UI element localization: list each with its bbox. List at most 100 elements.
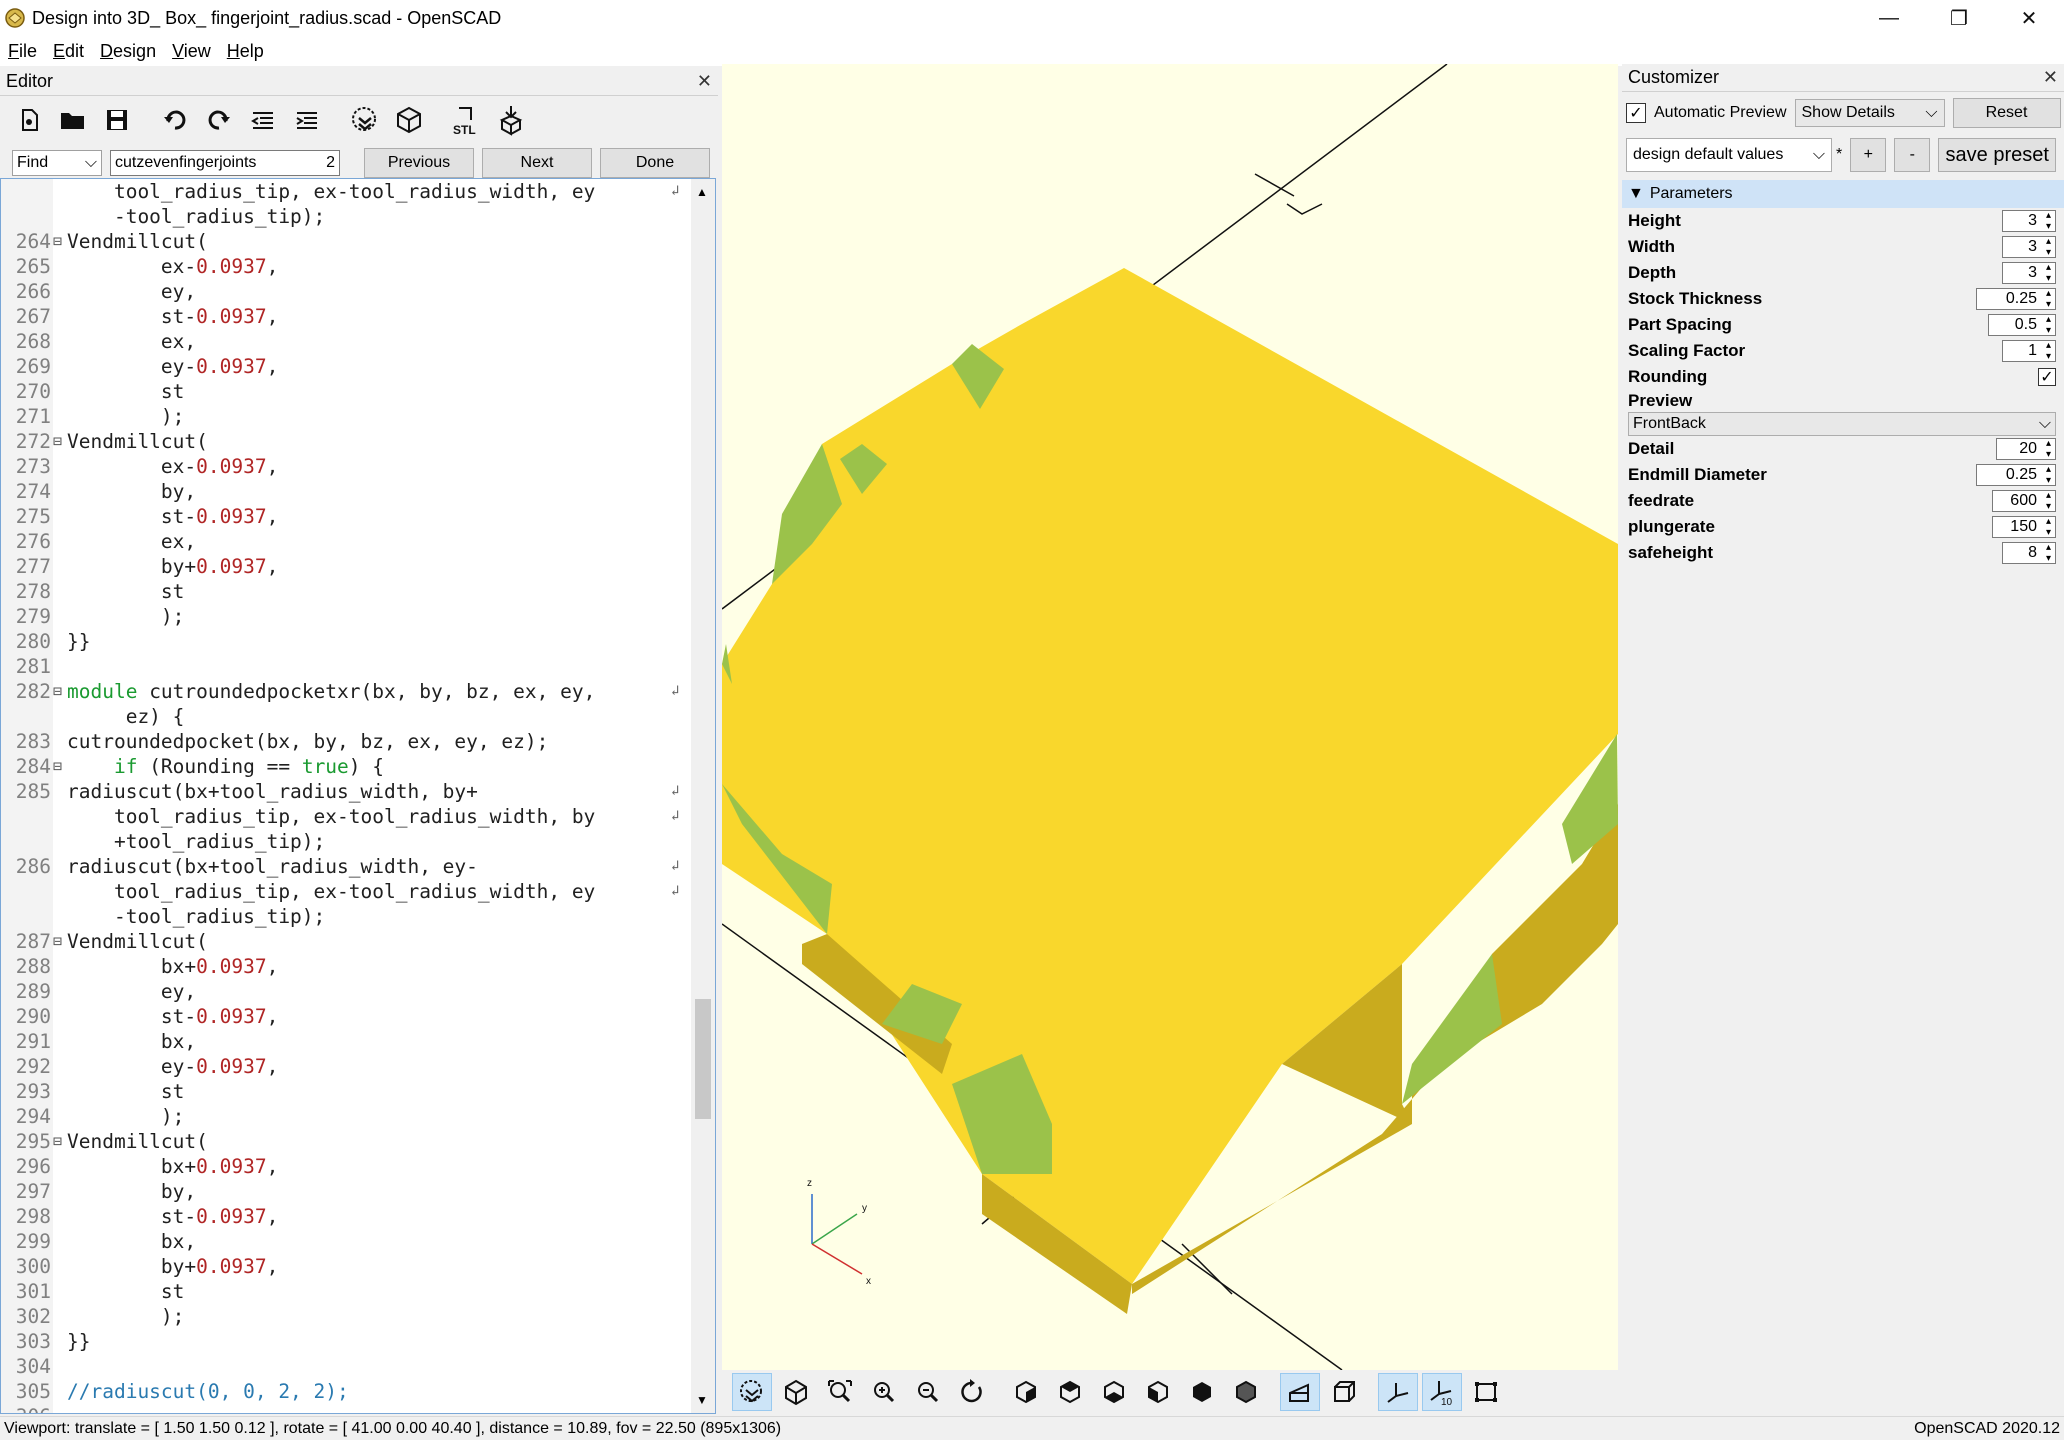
fold-marker-icon[interactable]: ⊟ (53, 229, 65, 254)
code-line[interactable]: -tool_radius_tip); (1, 204, 691, 229)
rounding-checkbox[interactable]: ✓ (2038, 368, 2056, 386)
code-line[interactable]: 265 ex-0.0937, (1, 254, 691, 279)
show-scale-icon[interactable]: 10 (1422, 1373, 1462, 1411)
code-line[interactable]: 286 radiuscut(bx+tool_radius_width, ey- ↲ (1, 854, 691, 879)
code-line[interactable]: ez) { (1, 704, 691, 729)
code-line[interactable]: 273 ex-0.0937, (1, 454, 691, 479)
show-axes-icon[interactable] (1378, 1373, 1418, 1411)
close-button[interactable]: ✕ (1994, 0, 2064, 36)
view-top-icon[interactable] (1050, 1373, 1090, 1411)
param-spinbox[interactable]: 0.5 (1988, 314, 2056, 336)
param-spinbox[interactable]: 3 (2002, 210, 2056, 232)
code-line[interactable]: 289 ey, (1, 979, 691, 1004)
remove-preset-button[interactable]: - (1894, 138, 1931, 172)
code-line[interactable]: 293 st (1, 1079, 691, 1104)
code-line[interactable]: 285 radiuscut(bx+tool_radius_width, by+ ↲ (1, 779, 691, 804)
code-line[interactable]: tool_radius_tip, ex-tool_radius_width, b… (1, 804, 691, 829)
code-line[interactable]: 272 ⊟ Vendmillcut( (1, 429, 691, 454)
render-icon[interactable] (776, 1373, 816, 1411)
close-icon[interactable]: ✕ (2043, 67, 2058, 88)
fold-marker-icon[interactable]: ⊟ (53, 679, 65, 704)
close-icon[interactable]: ✕ (697, 71, 712, 92)
code-line[interactable]: 287 ⊟ Vendmillcut( (1, 929, 691, 954)
code-line[interactable]: 277 by+0.0937, (1, 554, 691, 579)
previous-button[interactable]: Previous (364, 148, 474, 178)
reset-view-icon[interactable] (952, 1373, 992, 1411)
next-button[interactable]: Next (482, 148, 592, 178)
code-line[interactable]: 284 ⊟ if (Rounding == true) { (1, 754, 691, 779)
view-all-icon[interactable] (820, 1373, 860, 1411)
show-edges-icon[interactable] (1466, 1373, 1506, 1411)
code-editor[interactable]: tool_radius_tip, ex-tool_radius_width, e… (0, 178, 716, 1414)
param-spinbox[interactable]: 150 (1992, 516, 2056, 538)
fold-marker-icon[interactable]: ⊟ (53, 754, 65, 779)
param-spinbox[interactable]: 8 (2002, 542, 2056, 564)
code-line[interactable]: 276 ex, (1, 529, 691, 554)
code-line[interactable]: 299 bx, (1, 1229, 691, 1254)
code-line[interactable]: 288 bx+0.0937, (1, 954, 691, 979)
param-spinbox[interactable]: 1 (2002, 340, 2056, 362)
param-spinbox[interactable]: 3 (2002, 236, 2056, 258)
find-input[interactable]: cutzevenfingerjoints 2 (110, 150, 340, 176)
open-file-icon[interactable] (54, 101, 92, 139)
new-file-icon[interactable] (10, 101, 48, 139)
done-button[interactable]: Done (600, 148, 710, 178)
code-line[interactable]: 305 //radiuscut(0, 0, 2, 2); (1, 1379, 691, 1404)
code-line[interactable]: +tool_radius_tip); (1, 829, 691, 854)
code-line[interactable]: 296 bx+0.0937, (1, 1154, 691, 1179)
code-line[interactable]: 271 ); (1, 404, 691, 429)
code-line[interactable]: 298 st-0.0937, (1, 1204, 691, 1229)
restore-button[interactable]: ❐ (1924, 0, 1994, 36)
code-line[interactable]: 297 by, (1, 1179, 691, 1204)
code-line[interactable]: 301 st (1, 1279, 691, 1304)
code-line[interactable]: 279 ); (1, 604, 691, 629)
code-line[interactable]: 303}} (1, 1329, 691, 1354)
code-line[interactable]: 282 ⊟ module cutroundedpocketxr(bx, by, bz… (1, 679, 691, 704)
code-line[interactable]: 269 ey-0.0937, (1, 354, 691, 379)
3d-viewport[interactable]: z y x (722, 64, 1618, 1370)
code-line[interactable]: 266 ey, (1, 279, 691, 304)
preview-icon[interactable] (732, 1373, 772, 1411)
perspective-icon[interactable] (1280, 1373, 1320, 1411)
param-spinbox[interactable]: 0.25 (1976, 288, 2056, 310)
menu-view[interactable]: View (172, 41, 211, 62)
code-line[interactable]: 292 ey-0.0937, (1, 1054, 691, 1079)
orthogonal-icon[interactable] (1324, 1373, 1364, 1411)
redo-icon[interactable] (200, 101, 238, 139)
code-line[interactable]: 267 st-0.0937, (1, 304, 691, 329)
code-line[interactable]: -tool_radius_tip); (1, 904, 691, 929)
code-line[interactable]: 302 ); (1, 1304, 691, 1329)
code-line[interactable]: 280}} (1, 629, 691, 654)
menu-design[interactable]: Design (100, 41, 156, 62)
code-line[interactable]: 291 bx, (1, 1029, 691, 1054)
code-line[interactable]: 294 ); (1, 1104, 691, 1129)
code-line[interactable]: 275 st-0.0937, (1, 504, 691, 529)
code-line[interactable]: 290 st-0.0937, (1, 1004, 691, 1029)
scroll-up-icon[interactable]: ▲ (696, 185, 708, 199)
code-line[interactable]: 278 st (1, 579, 691, 604)
view-front-icon[interactable] (1182, 1373, 1222, 1411)
send-to-printer-icon[interactable] (492, 101, 530, 139)
param-spinbox[interactable]: 0.25 (1976, 464, 2056, 486)
render-icon[interactable] (390, 101, 428, 139)
unindent-icon[interactable] (244, 101, 282, 139)
automatic-preview-checkbox[interactable]: ✓ (1626, 103, 1646, 123)
param-spinbox[interactable]: 20 (1996, 438, 2056, 460)
code-line[interactable]: 283 cutroundedpocket(bx, by, bz, ex, ey, … (1, 729, 691, 754)
preview-select[interactable]: FrontBack ⌵ (1628, 412, 2056, 436)
parameters-group-header[interactable]: ▼ Parameters (1622, 180, 2064, 208)
reset-button[interactable]: Reset (1952, 98, 2061, 128)
code-line[interactable]: 281 (1, 654, 691, 679)
param-spinbox[interactable]: 600 (1992, 490, 2056, 512)
editor-scrollbar[interactable]: ▲ ▼ (691, 179, 715, 1413)
indent-icon[interactable] (288, 101, 326, 139)
code-line[interactable]: 264 ⊟ Vendmillcut( (1, 229, 691, 254)
save-file-icon[interactable] (98, 101, 136, 139)
param-spinbox[interactable]: 3 (2002, 262, 2056, 284)
code-line[interactable]: 274 by, (1, 479, 691, 504)
find-mode-select[interactable]: Find ⌵ (12, 150, 102, 176)
code-line[interactable]: 295 ⊟ Vendmillcut( (1, 1129, 691, 1154)
fold-marker-icon[interactable]: ⊟ (53, 1129, 65, 1154)
zoom-in-icon[interactable] (864, 1373, 904, 1411)
zoom-out-icon[interactable] (908, 1373, 948, 1411)
